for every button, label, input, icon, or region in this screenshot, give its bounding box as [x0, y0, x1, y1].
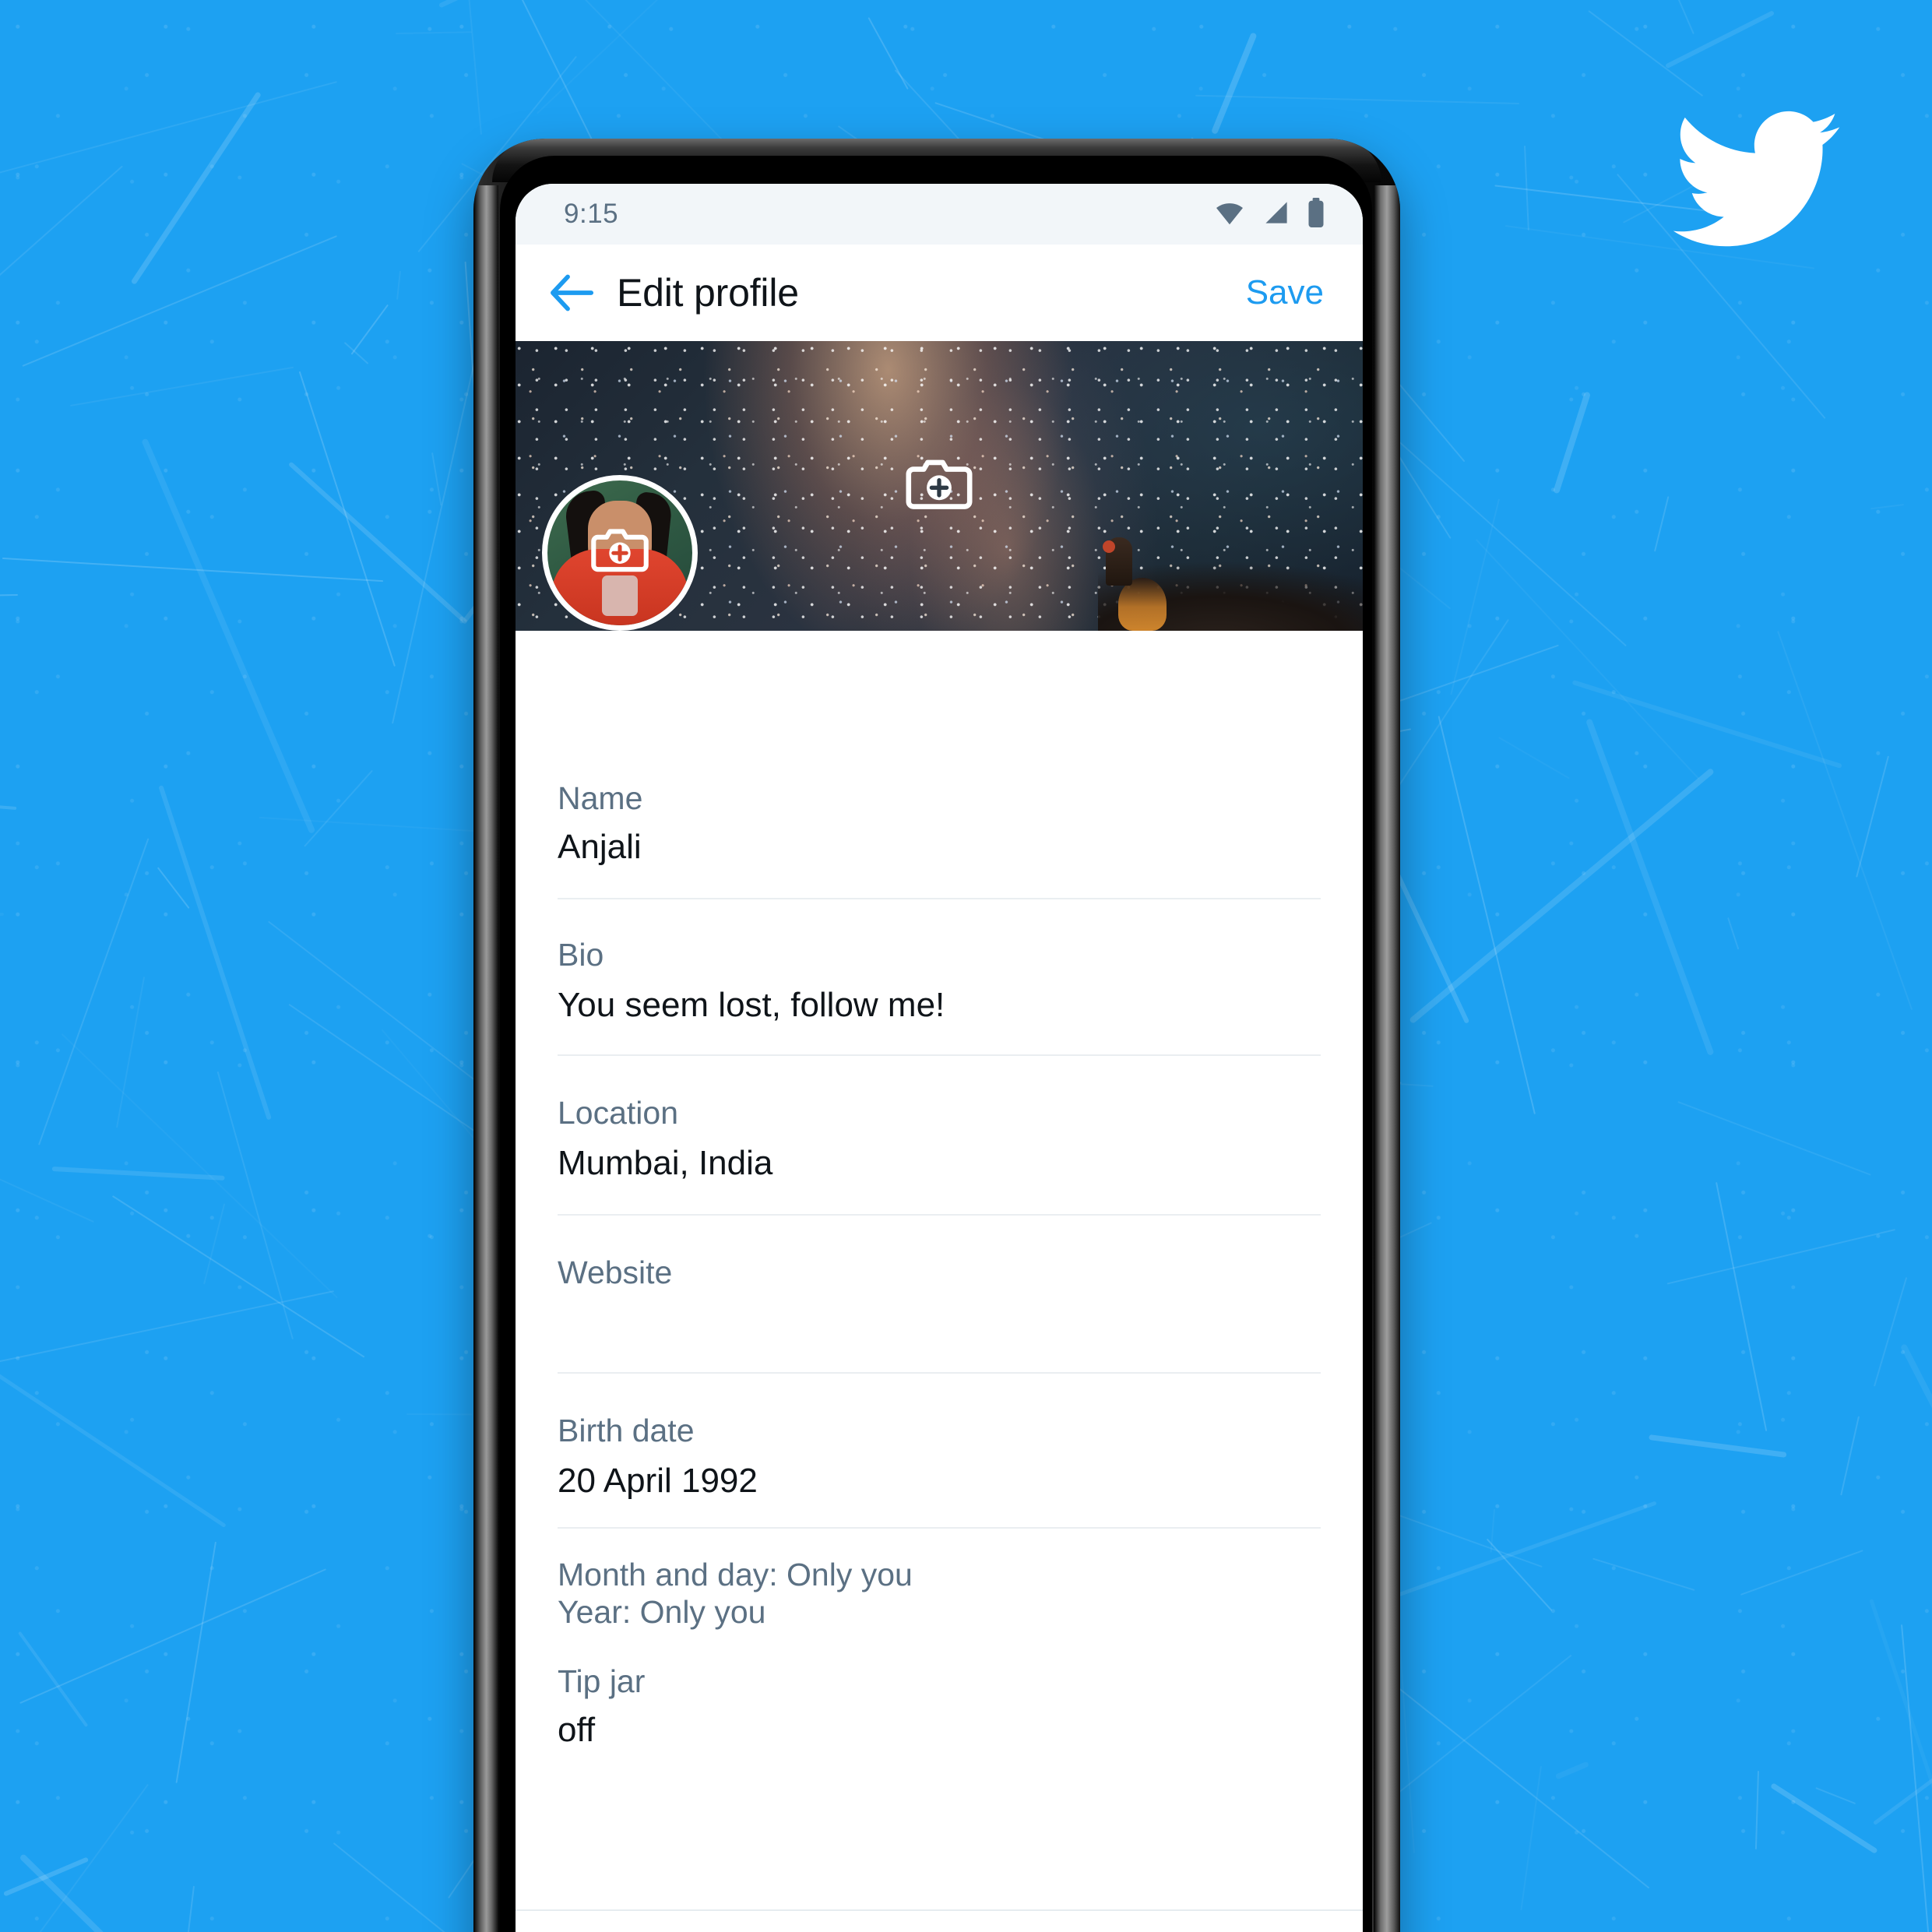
app-bar: Edit profile Save: [516, 245, 1363, 341]
bottom-navigation-bar: [516, 1909, 1363, 1932]
page-title: Edit profile: [617, 271, 799, 315]
phone-screen: 9:15 Edit profile Save Name Anjali Bio Y…: [516, 184, 1363, 1932]
field-website-label: Website: [558, 1255, 673, 1290]
phone-right-rim: [1374, 185, 1400, 1932]
field-tip-jar-value: off: [558, 1711, 596, 1750]
field-name-label: Name: [558, 780, 643, 816]
field-tip-jar-label: Tip jar: [558, 1663, 646, 1700]
field-birth-date[interactable]: Birth date 20 April 1992: [558, 1374, 1321, 1529]
back-arrow-icon[interactable]: [544, 266, 598, 320]
field-location[interactable]: Location Mumbai, India: [558, 1056, 1321, 1216]
field-name-input[interactable]: Anjali: [558, 828, 1321, 867]
status-bar: 9:15: [516, 184, 1363, 245]
field-bio-input[interactable]: You seem lost, follow me!: [558, 986, 1321, 1025]
wifi-icon: [1213, 199, 1246, 230]
field-birth-date-label: Birth date: [558, 1413, 695, 1448]
avatar-held-phone: [602, 575, 638, 616]
phone-left-rim: [473, 185, 498, 1932]
field-tip-jar[interactable]: Tip jar off: [558, 1654, 1321, 1781]
privacy-month-and-day: Month and day: Only you: [558, 1557, 913, 1592]
field-birth-date-input[interactable]: 20 April 1992: [558, 1462, 1321, 1501]
birth-date-privacy[interactable]: Month and day: Only you Year: Only you: [558, 1529, 1321, 1654]
field-bio-label: Bio: [558, 937, 604, 973]
save-button[interactable]: Save: [1246, 273, 1332, 312]
status-bar-system-icons: [1213, 197, 1325, 231]
avatar-camera-add-icon[interactable]: [591, 525, 649, 579]
banner-camera-add-icon[interactable]: [906, 456, 973, 517]
field-bio[interactable]: Bio You seem lost, follow me!: [558, 899, 1321, 1056]
avatar[interactable]: [542, 475, 698, 631]
field-website-input[interactable]: [558, 1304, 1321, 1341]
cellular-signal-icon: [1262, 199, 1291, 230]
banner-seated-person: [1103, 537, 1132, 586]
banner-rock-silhouette: [1098, 544, 1363, 631]
twitter-bird-logo: [1673, 109, 1840, 249]
field-website[interactable]: Website: [558, 1216, 1321, 1374]
field-location-label: Location: [558, 1095, 679, 1131]
field-name[interactable]: Name Anjali: [558, 765, 1321, 899]
profile-avatar-area: [516, 475, 1363, 765]
status-bar-clock: 9:15: [564, 199, 619, 229]
field-location-input[interactable]: Mumbai, India: [558, 1144, 1321, 1183]
privacy-year: Year: Only you: [558, 1593, 766, 1630]
battery-icon: [1307, 197, 1325, 231]
phone-device-mockup: 9:15 Edit profile Save Name Anjali Bio Y…: [473, 139, 1400, 1932]
edit-profile-form: Name Anjali Bio You seem lost, follow me…: [516, 765, 1363, 1782]
